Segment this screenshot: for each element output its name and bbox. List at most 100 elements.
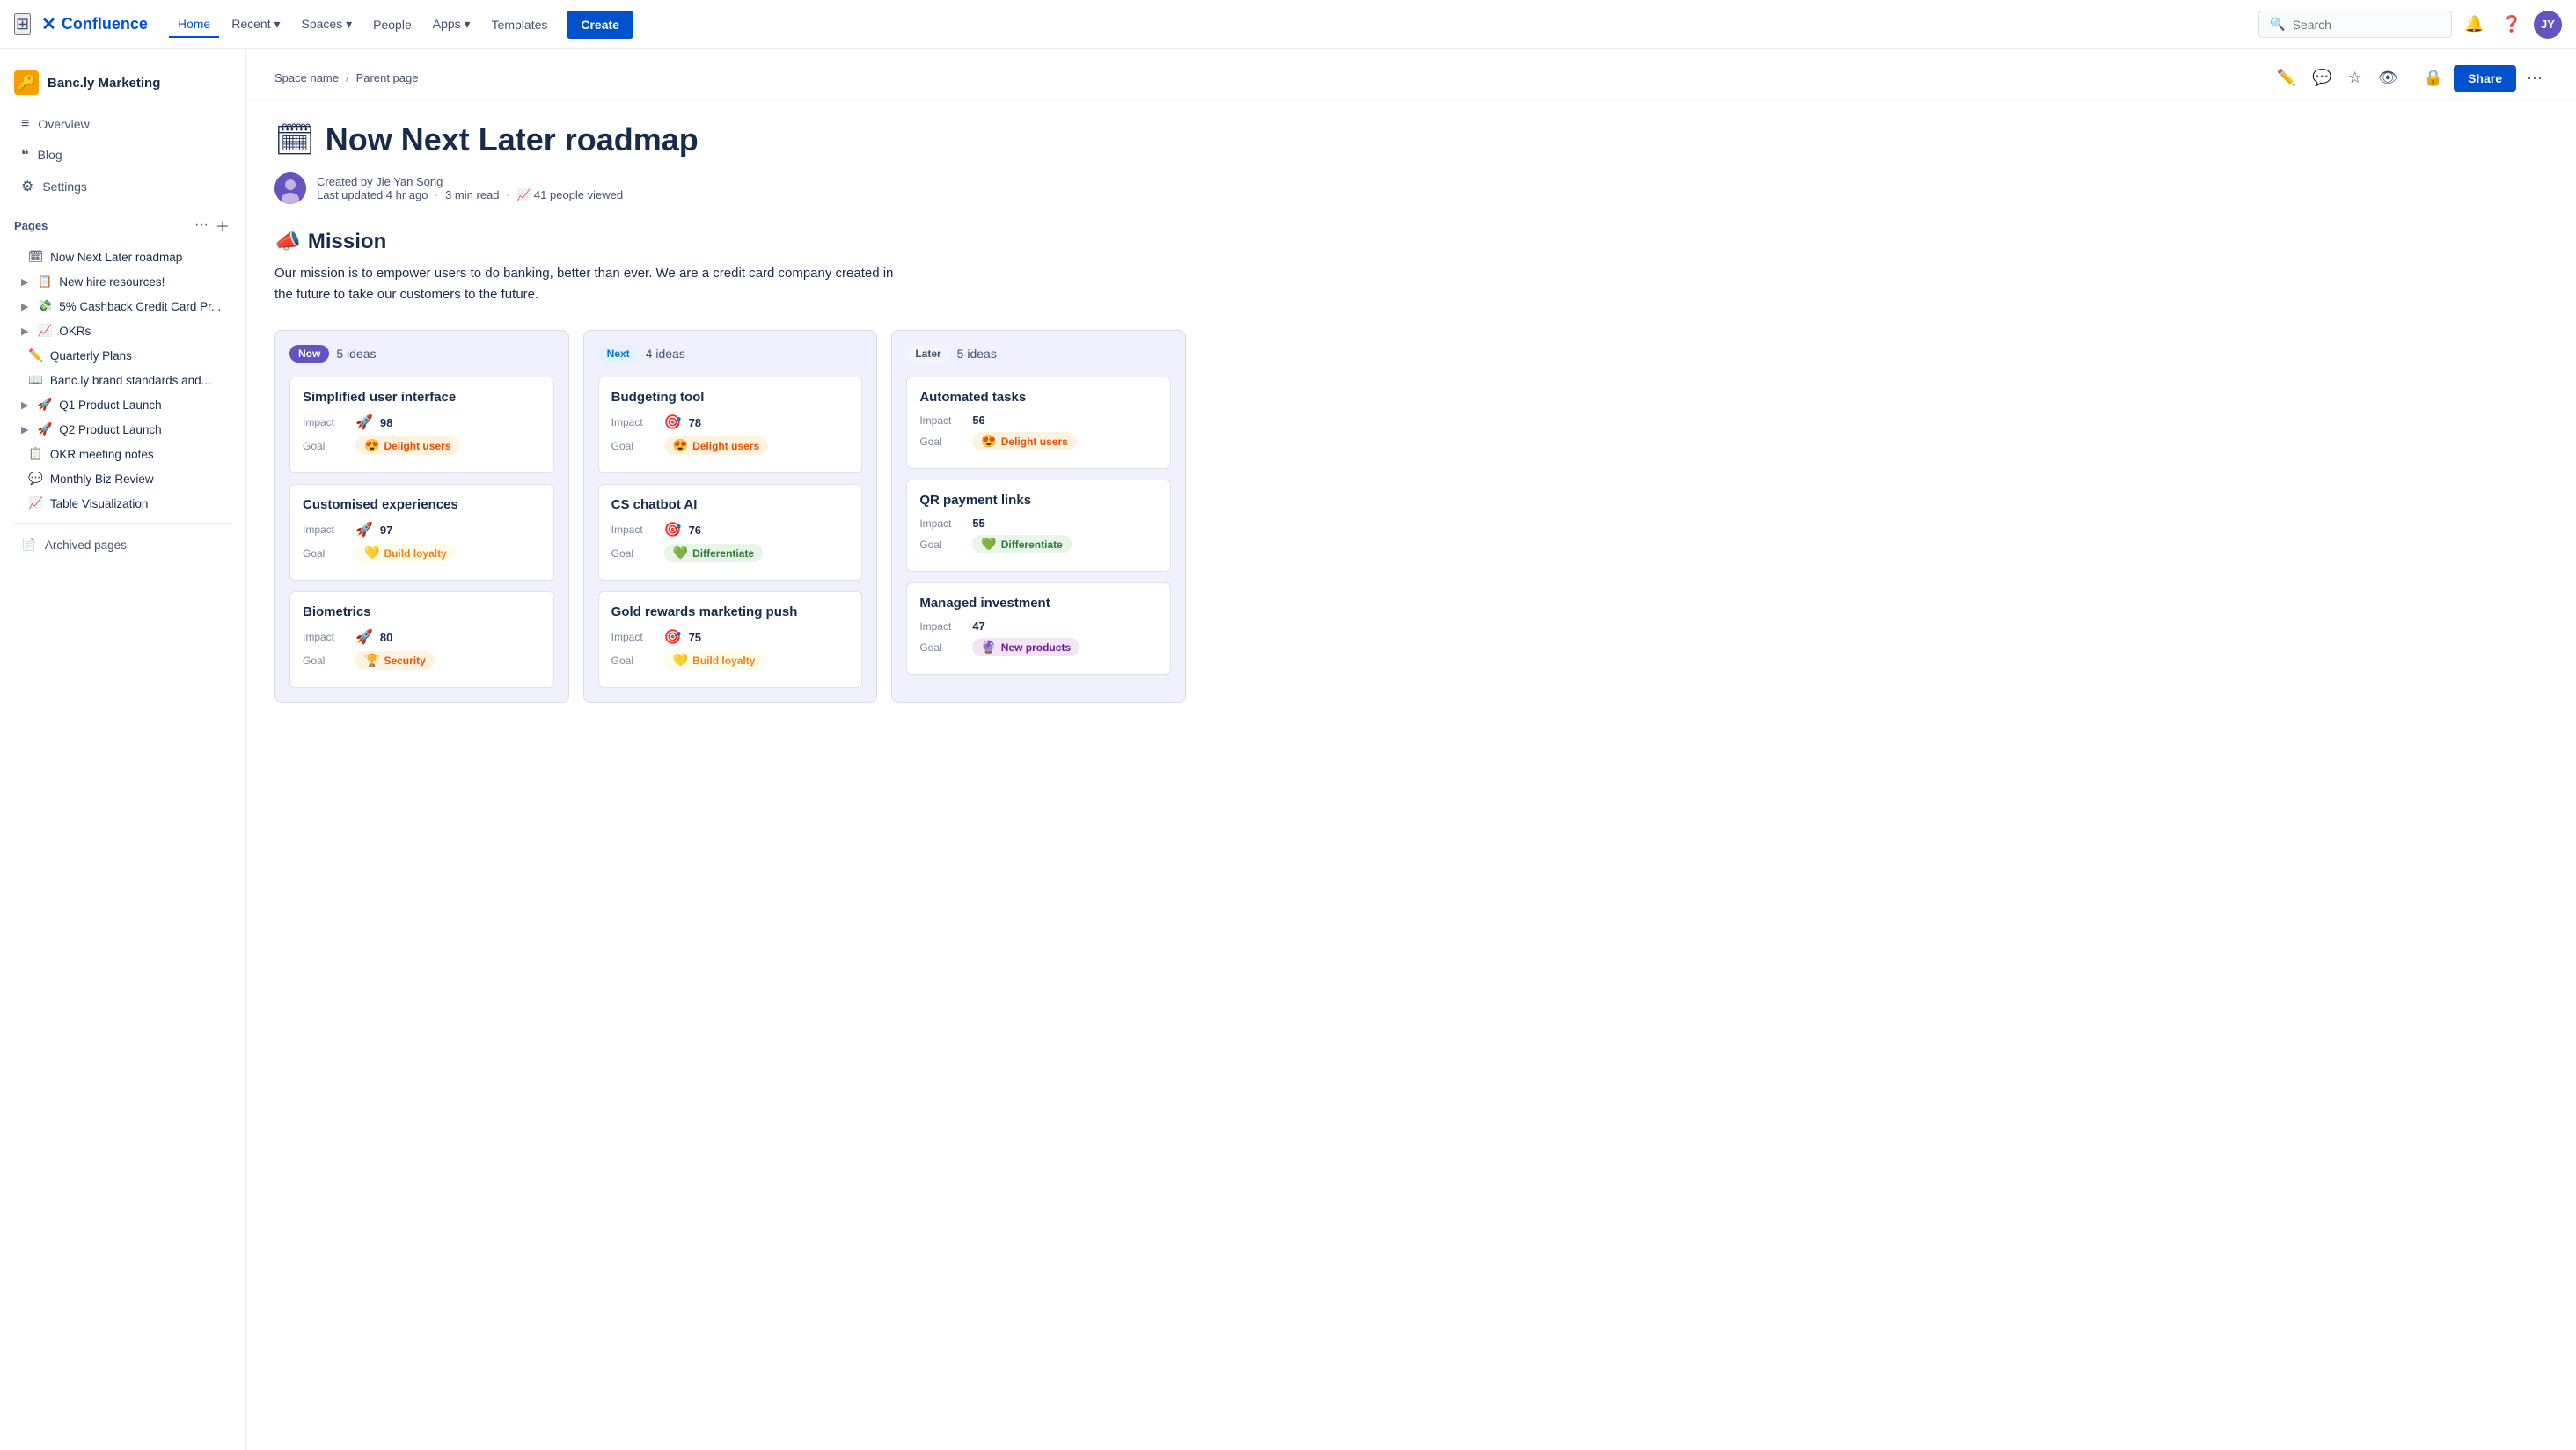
card-title: Customised experiences [303,497,541,512]
user-avatar[interactable]: JY [2534,11,2562,39]
share-button[interactable]: Share [2454,65,2516,92]
impact-icon: 🚀 [355,521,373,538]
goal-pill[interactable]: 💚 Differentiate [972,535,1071,553]
card-simplified-ui[interactable]: Simplified user interface Impact 🚀 98 Go… [289,377,554,473]
goal-emoji: 😍 [673,438,688,453]
sidebar-page-okr-meeting[interactable]: 📋 OKR meeting notes [7,442,238,466]
breadcrumb-parent[interactable]: Parent page [356,71,419,84]
column-ideas-next: 4 ideas [646,347,685,361]
goal-pill[interactable]: 😍 Delight users [355,436,459,455]
comment-icon[interactable]: 💬 [2307,63,2337,92]
grid-icon[interactable]: ⊞ [14,13,31,35]
sidebar-page-cashback[interactable]: ▶ 💸 5% Cashback Credit Card Pr... [7,294,238,319]
create-button[interactable]: Create [567,11,633,39]
nav-recent[interactable]: Recent ▾ [223,11,289,37]
search-input[interactable] [2293,18,2441,32]
edit-icon[interactable]: ✏️ [2272,63,2302,92]
card-automated-tasks[interactable]: Automated tasks Impact 56 Goal 😍 Deligh [906,377,1171,469]
page-label: Table Visualization [50,497,149,510]
goal-label: Goal [611,655,664,667]
sidebar-item-overview[interactable]: ≡ Overview [7,109,238,139]
star-icon[interactable]: ☆ [2343,63,2367,92]
sidebar-item-blog[interactable]: ❝ Blog [7,139,238,171]
goal-label: Goal [303,547,355,560]
notifications-icon[interactable]: 🔔 [2459,10,2489,39]
more-options-icon[interactable]: ··· [2521,63,2548,92]
goal-emoji: 🏆 [364,653,379,668]
sidebar-item-settings[interactable]: ⚙ Settings [7,171,238,202]
nav-templates[interactable]: Templates [483,12,557,37]
sidebar-page-monthly-biz[interactable]: 💬 Monthly Biz Review [7,466,238,491]
roadmap-column-later: Later 5 ideas Automated tasks Impact 56 [891,330,1186,703]
card-cs-chatbot[interactable]: CS chatbot AI Impact 🎯 76 Goal 💚 [598,484,863,581]
goal-text: New products [1001,641,1071,654]
card-goal-row: Goal 😍 Delight users [919,432,1158,450]
help-icon[interactable]: ❓ [2497,10,2527,39]
sidebar-page-now-next-later[interactable]: 🗓 Now Next Later roadmap [7,245,238,269]
sidebar-page-okrs[interactable]: ▶ 📈 OKRs [7,319,238,343]
nav-home[interactable]: Home [169,11,219,38]
top-nav: ⊞ ✕ Confluence Home Recent ▾ Spaces ▾ Pe… [0,0,2576,49]
breadcrumb-space[interactable]: Space name [274,71,339,84]
card-gold-rewards[interactable]: Gold rewards marketing push Impact 🎯 75 … [598,591,863,688]
goal-pill[interactable]: 🏆 Security [355,651,435,670]
confluence-logo[interactable]: ✕ Confluence [41,13,148,35]
sidebar-archived[interactable]: 📄 Archived pages [7,531,238,559]
mission-heading: Mission [308,230,386,254]
sidebar-page-brand[interactable]: 📖 Banc.ly brand standards and... [7,368,238,392]
sidebar-page-q2[interactable]: ▶ 🚀 Q2 Product Launch [7,417,238,442]
pages-add-btn[interactable]: ＋ [214,213,231,238]
caret-icon: ▶ [21,424,28,436]
watch-icon[interactable]: 👁 [2373,63,2404,92]
goal-pill[interactable]: 😍 Delight users [664,436,768,455]
archived-label: Archived pages [45,538,127,552]
goal-emoji: 💚 [673,546,688,560]
card-goal-row: Goal 😍 Delight users [611,436,850,455]
goal-pill[interactable]: 💛 Build loyalty [664,651,765,670]
impact-num: 78 [689,416,701,429]
page-title-block: 🗓 Now Next Later roadmap [274,121,1186,158]
goal-pill[interactable]: 💚 Differentiate [664,544,763,562]
goal-pill[interactable]: 🔮 New products [972,638,1079,656]
impact-icon: 🚀 [355,414,373,431]
sidebar-page-table-viz[interactable]: 📈 Table Visualization [7,491,238,516]
nav-people[interactable]: People [364,12,421,37]
workspace-header[interactable]: 🔑 Banc.ly Marketing [0,63,245,109]
card-title: QR payment links [919,493,1158,508]
card-customised-exp[interactable]: Customised experiences Impact 🚀 97 Goal [289,484,554,581]
column-ideas-later: 5 ideas [957,347,997,361]
impact-icon: 🎯 [664,414,682,431]
impact-label: Impact [611,524,664,536]
impact-num: 56 [972,414,984,427]
nav-spaces[interactable]: Spaces ▾ [293,11,362,37]
goal-label: Goal [611,440,664,452]
sidebar-page-quarterly[interactable]: ✏️ Quarterly Plans [7,343,238,368]
card-managed-investment[interactable]: Managed investment Impact 47 Goal 🔮 New [906,582,1171,675]
impact-num: 80 [380,631,392,644]
lock-icon[interactable]: 🔒 [2419,63,2448,92]
sidebar-item-label-blog: Blog [38,148,62,162]
nav-links: Home Recent ▾ Spaces ▾ People Apps ▾ Tem… [169,11,2251,39]
goal-label: Goal [611,547,664,560]
sidebar-item-label-overview: Overview [38,117,89,131]
search-box[interactable]: 🔍 [2258,11,2452,38]
card-qr-payment[interactable]: QR payment links Impact 55 Goal 💚 Diffe [906,480,1171,572]
goal-pill[interactable]: 💛 Build loyalty [355,544,456,562]
sidebar-page-q1[interactable]: ▶ 🚀 Q1 Product Launch [7,392,238,417]
mission-emoji: 📣 [274,229,301,254]
impact-label: Impact [303,631,355,643]
pages-more-btn[interactable]: ··· [193,213,210,238]
impact-label: Impact [919,620,972,633]
nav-apps[interactable]: Apps ▾ [424,11,479,37]
goal-emoji: 😍 [981,434,996,449]
sidebar-page-new-hire[interactable]: ▶ 📋 New hire resources! [7,269,238,294]
column-header-later: Later 5 ideas [906,345,1171,362]
blog-icon: ❝ [21,146,29,164]
card-budgeting-tool[interactable]: Budgeting tool Impact 🎯 78 Goal 😍 [598,377,863,473]
goal-label: Goal [919,538,972,551]
card-impact: 56 [972,414,984,427]
goal-pill[interactable]: 😍 Delight users [972,432,1076,450]
page-emoji: 📋 [37,275,52,289]
card-biometrics[interactable]: Biometrics Impact 🚀 80 Goal 🏆 [289,591,554,688]
card-impact-row: Impact 🚀 97 [303,521,541,538]
